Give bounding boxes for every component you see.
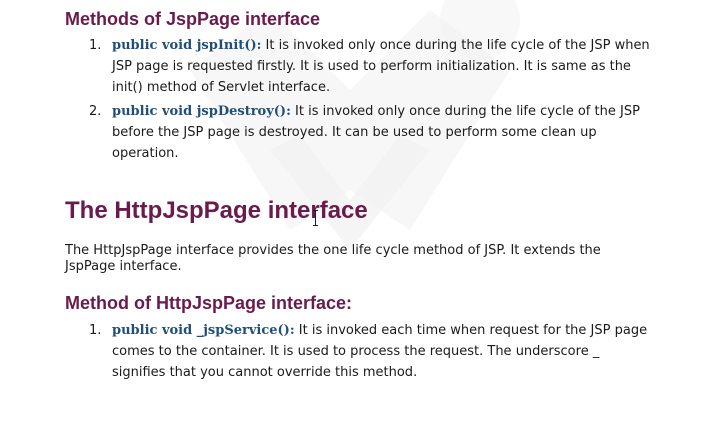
methods-jsppage-heading: Methods of JspPage interface: [65, 9, 321, 29]
list-item-number: 2.: [89, 104, 102, 119]
list-item-number: 1.: [89, 323, 102, 338]
list-item: 1. public void jspInit(): It is invoked o…: [0, 35, 652, 98]
list-item: 1. public void _jspService(): It is invok…: [0, 320, 652, 383]
httpjsppage-interface-heading: The HttpJspPage interface: [65, 197, 368, 224]
list-item: 2. public void jspDestroy(): It is invoke…: [0, 101, 652, 164]
method-signature: public void _jspService():: [112, 323, 295, 338]
jsppage-methods-list: 1. public void jspInit(): It is invoked o…: [0, 35, 652, 164]
httpjsppage-methods-list: 1. public void _jspService(): It is invok…: [0, 320, 652, 383]
method-signature: public void jspDestroy():: [112, 104, 291, 119]
method-httpjsppage-heading: Method of HttpJspPage interface:: [65, 293, 353, 313]
method-signature: public void jspInit():: [112, 38, 262, 53]
httpjsppage-description: The HttpJspPage interface provides the o…: [65, 243, 601, 274]
list-item-number: 1.: [89, 38, 102, 53]
